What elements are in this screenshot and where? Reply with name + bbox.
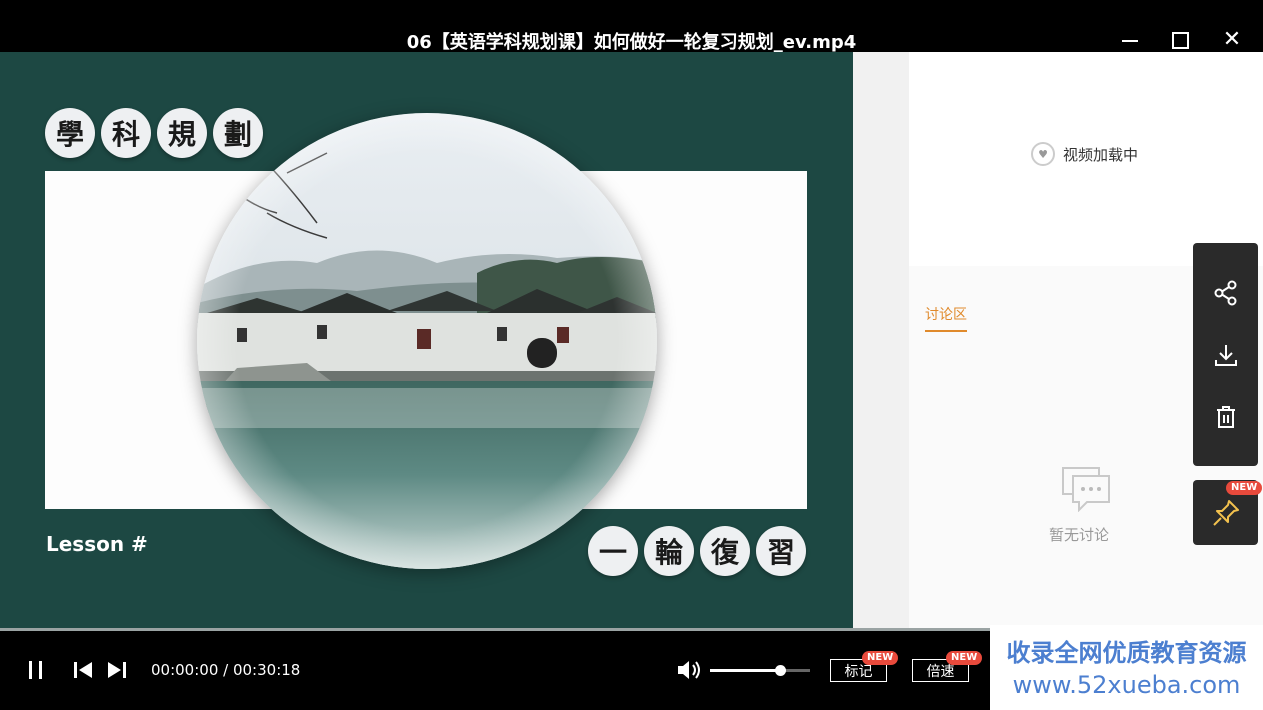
pause-icon[interactable] [26,659,46,681]
heart-loading-icon: ♥ [1031,142,1055,166]
loading-text: 视频加载中 [1063,145,1139,164]
watermark-slogan: 收录全网优质教育资源 [1006,639,1247,667]
close-icon[interactable]: ✕ [1218,26,1246,54]
title-char: 規 [157,108,207,158]
floating-toolbar [1193,243,1258,466]
next-icon[interactable] [106,659,128,681]
pin-icon [1212,499,1239,526]
volume-fill [710,669,780,672]
volume-icon[interactable] [676,658,702,682]
duration: 00:30:18 [232,661,301,679]
title-char: 科 [101,108,151,158]
title-char: 習 [756,526,806,576]
volume-slider[interactable] [710,665,810,676]
player-controls: 00:00:00 / 00:30:18 标记 NEW 倍速 NEW [0,631,990,710]
video-frame[interactable]: 學 科 規 劃 Lesson # 一 輪 復 習 [0,52,853,628]
download-icon[interactable] [1193,335,1258,375]
speed-new-badge: NEW [946,651,983,665]
empty-discussion-text: 暂无讨论 [1049,526,1110,544]
volume-knob[interactable] [775,665,786,676]
title-char: 劃 [213,108,263,158]
landscape-photo [197,113,657,569]
watermark-url: www.52xueba.com [1012,671,1241,699]
title-char: 一 [588,526,638,576]
mark-new-badge: NEW [862,651,899,665]
title-char: 學 [45,108,95,158]
pin-new-badge: NEW [1226,481,1263,495]
time-display: 00:00:00 / 00:30:18 [151,661,300,679]
tab-discussion[interactable]: 讨论区 [925,304,967,332]
subject-title-chars: 學 科 規 劃 [45,108,263,158]
title-char: 輪 [644,526,694,576]
watermark: 收录全网优质教育资源 www.52xueba.com [990,625,1263,710]
loading-indicator: ♥ 视频加载中 [1031,142,1138,166]
delete-icon[interactable] [1193,397,1258,437]
maximize-icon[interactable] [1166,26,1194,54]
share-icon[interactable] [1193,273,1258,313]
title-bar: 06【英语学科规划课】如何做好一轮复习规划_ev.mp4 ✕ [0,0,1263,54]
preview-area: ♥ 视频加载中 [909,52,1263,266]
window-title: 06【英语学科规划课】如何做好一轮复习规划_ev.mp4 [406,32,857,53]
empty-discussion [1057,466,1117,512]
time-separator: / [218,661,233,679]
chat-bubble-icon [1062,467,1110,512]
current-time: 00:00:00 [151,661,219,679]
title-char: 復 [700,526,750,576]
review-title-chars: 一 輪 復 習 [588,526,806,576]
minimize-icon[interactable] [1116,26,1144,54]
video-player-window: 06【英语学科规划课】如何做好一轮复习规划_ev.mp4 ✕ 學 科 規 劃 L… [0,0,1263,710]
lesson-label: Lesson # [46,532,148,556]
divider-strip [853,52,909,628]
previous-icon[interactable] [72,659,94,681]
